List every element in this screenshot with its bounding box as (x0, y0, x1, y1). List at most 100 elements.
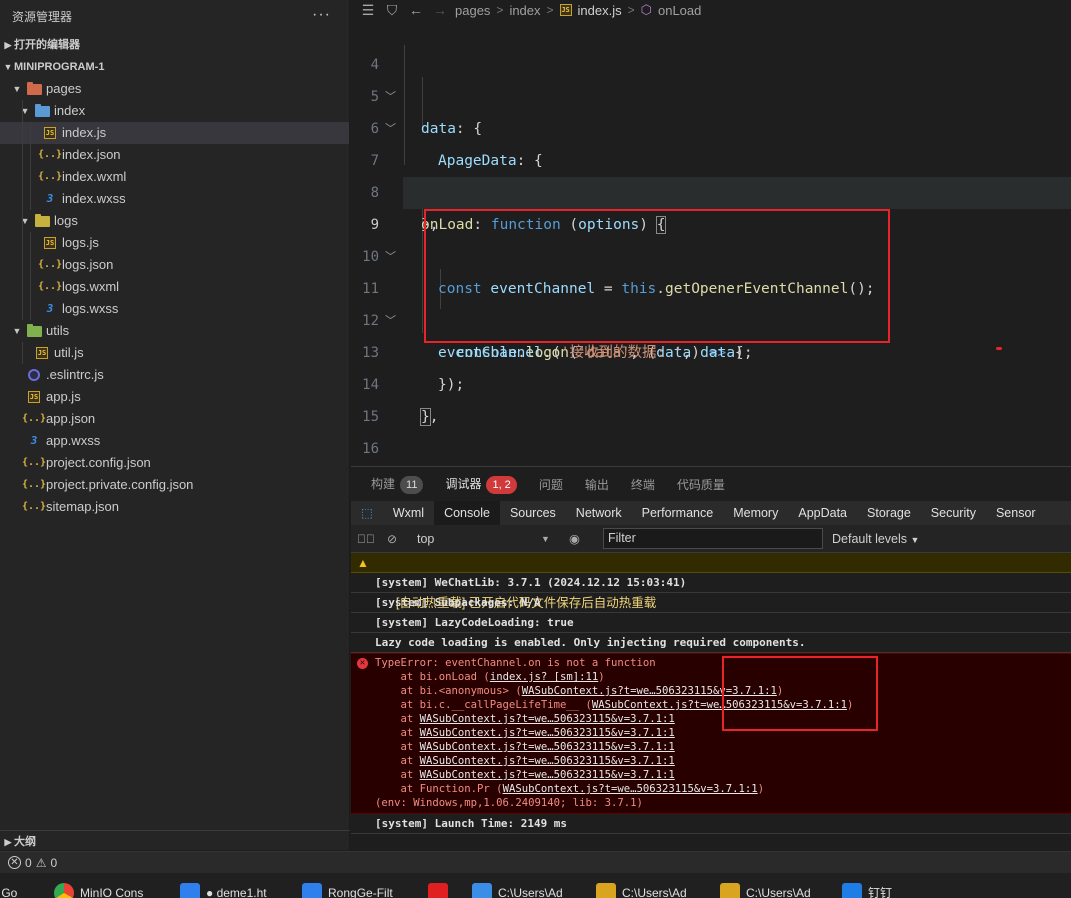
taskbar-item[interactable]: RongGe-Filt (302, 873, 428, 898)
json-file-icon: {..} (21, 479, 47, 490)
console-warning-row: ▲ [自动热重载] 已开启代码文件保存后自动热重载 (351, 553, 1071, 610)
devtools-tab-network[interactable]: Network (566, 501, 632, 525)
devtools-tab-performance[interactable]: Performance (632, 501, 724, 525)
chevron-down-icon: ▼ (20, 216, 30, 226)
code-line: 5 ﹀ ApageData: { (351, 49, 1071, 169)
vscode-icon (302, 882, 322, 898)
tree-item-logs-json[interactable]: {..} logs.json (0, 254, 349, 276)
stack-frame-link[interactable]: WASubContext.js?t=we…506323115&v=3.7.1:1 (503, 783, 758, 795)
tree-item-utils-folder[interactable]: ▼ utils (0, 320, 349, 342)
tree-item-label: index.json (62, 147, 121, 162)
chevron-down-icon: ▼ (20, 106, 30, 116)
eye-icon[interactable]: ◉ (569, 531, 580, 546)
clear-console-icon[interactable]: ⊘ (383, 530, 401, 548)
devtools-tab-sensor[interactable]: Sensor (986, 501, 1046, 525)
tree-item-sitemap[interactable]: {..} sitemap.json (0, 496, 349, 518)
warning-count-icon[interactable]: ⚠ (36, 856, 47, 870)
taskbar-item[interactable]: C:\Users\Ad (720, 873, 842, 898)
breadcrumb-item[interactable]: onLoad (658, 3, 701, 18)
tree-item-label: logs.js (62, 235, 99, 250)
devtools-tab-wxml[interactable]: Wxml (383, 501, 434, 525)
devtools-tab-appdata[interactable]: AppData (788, 501, 857, 525)
open-editors-section[interactable]: ▶ 打开的编辑器 (0, 34, 349, 56)
stack-frame-link[interactable]: WASubContext.js?t=we…506323115&v=3.7.1:1 (420, 769, 675, 781)
eslint-icon (24, 369, 44, 381)
tree-item-logs-folder[interactable]: ▼ logs (0, 210, 349, 232)
tab-debugger[interactable]: 调试器 1, 2 (445, 475, 517, 494)
js-file-icon: JS (559, 4, 572, 16)
taskbar-item[interactable]: C:\Users\Ad (472, 873, 596, 898)
folder-icon (720, 882, 740, 898)
error-count[interactable]: 0 (25, 856, 32, 870)
devtools-tab-storage[interactable]: Storage (857, 501, 921, 525)
tree-item-util-js[interactable]: JS util.js (0, 342, 349, 364)
tab-terminal[interactable]: 终端 (631, 476, 655, 493)
tree-item-label: utils (46, 323, 70, 338)
taskbar-item[interactable]: 钉钉 (842, 873, 922, 898)
devtools-tab-bar: ⬚ Wxml Console Sources Network Performan… (351, 501, 1071, 525)
tab-output[interactable]: 输出 (585, 476, 609, 493)
filter-input[interactable]: Filter (603, 528, 823, 549)
wxml-file-icon: {..} (37, 281, 63, 292)
devtools-tab-memory[interactable]: Memory (723, 501, 788, 525)
code-editor[interactable]: ☰ ⛉ ← → pages > index > JS index.js > ⬡ … (351, 0, 1071, 521)
tree-item-label: .eslintrc.js (46, 367, 104, 382)
devtools-tab-sources[interactable]: Sources (500, 501, 566, 525)
forward-arrow-icon[interactable]: → (431, 2, 449, 18)
js-file-icon: JS (44, 127, 56, 139)
taskbar-item[interactable] (428, 873, 472, 898)
dropdown-arrow-icon: ▼ (541, 533, 550, 544)
chrome-icon (54, 882, 74, 898)
tree-item-app-json[interactable]: {..} app.json (0, 408, 349, 430)
tab-code-quality[interactable]: 代码质量 (677, 476, 725, 493)
tree-item-logs-wxml[interactable]: {..} logs.wxml (0, 276, 349, 298)
stack-frame-link[interactable]: index.js? [sm]:11 (490, 671, 598, 683)
tree-item-logs-wxss[interactable]: 3 logs.wxss (0, 298, 349, 320)
list-icon[interactable]: ☰ (359, 2, 377, 19)
tree-item-project-private-config[interactable]: {..} project.private.config.json (0, 474, 349, 496)
wxss-file-icon: 3 (46, 192, 54, 205)
status-bar: ✕ 0 ⚠ 0 (0, 851, 1071, 873)
taskbar-item[interactable]: MinIO Cons (54, 873, 180, 898)
breadcrumb-item[interactable]: pages (455, 3, 490, 18)
stack-frame-link[interactable]: WASubContext.js?t=we…506323115&v=3.7.1:1 (420, 713, 675, 725)
taskbar-item[interactable]: C:\Users\Ad (596, 873, 720, 898)
project-section[interactable]: ▼ MINIPROGRAM-1 (0, 56, 349, 78)
tree-item-index-json[interactable]: {..} index.json (0, 144, 349, 166)
stack-frame-link[interactable]: WASubContext.js?t=we…506323115&v=3.7.1:1 (420, 727, 675, 739)
warning-count[interactable]: 0 (50, 856, 57, 870)
tree-item-index-js[interactable]: JS index.js (0, 122, 349, 144)
stack-frame-link[interactable]: WASubContext.js?t=we…506323115&v=3.7.1:1 (420, 741, 675, 753)
tree-item-eslintrc[interactable]: .eslintrc.js (0, 364, 349, 386)
tree-item-pages[interactable]: ▼ pages (0, 78, 349, 100)
taskbar-item[interactable]: - Go (0, 873, 54, 898)
devtools-tab-security[interactable]: Security (921, 501, 986, 525)
stack-frame-link[interactable]: WASubContext.js?t=we…506323115&v=3.7.1:1 (420, 755, 675, 767)
bookmark-icon[interactable]: ⛉ (383, 2, 401, 19)
breadcrumb-separator: > (627, 3, 635, 17)
devtools-tab-console[interactable]: Console (434, 501, 500, 525)
breadcrumb-item[interactable]: index (509, 3, 540, 18)
more-actions-icon[interactable]: ··· (312, 0, 331, 32)
context-selector[interactable]: top (417, 532, 537, 546)
tree-item-app-wxss[interactable]: 3 app.wxss (0, 430, 349, 452)
sidebar-toggle-icon[interactable]: ▸⃞ (357, 530, 375, 548)
outline-label: 大纲 (14, 835, 36, 848)
tree-item-label: index.js (62, 125, 107, 140)
tree-item-index-wxss[interactable]: 3 index.wxss (0, 188, 349, 210)
taskbar-item[interactable]: ● deme1.ht (180, 873, 302, 898)
tree-item-index-folder[interactable]: ▼ index (0, 100, 349, 122)
error-count-icon[interactable]: ✕ (8, 856, 21, 869)
back-arrow-icon[interactable]: ← (407, 2, 425, 18)
tree-item-app-js[interactable]: JS app.js (0, 386, 349, 408)
outline-section[interactable]: ▶ 大纲 (0, 830, 350, 852)
tree-item-index-wxml[interactable]: {..} index.wxml (0, 166, 349, 188)
tab-build[interactable]: 构建 11 (371, 475, 424, 494)
tab-problems[interactable]: 问题 (539, 476, 563, 493)
breadcrumb-item[interactable]: index.js (578, 3, 622, 18)
log-levels-dropdown[interactable]: Default levels ▼ (832, 532, 919, 546)
tree-item-project-config[interactable]: {..} project.config.json (0, 452, 349, 474)
inspect-element-icon[interactable]: ⬚ (351, 501, 383, 525)
tree-item-logs-js[interactable]: JS logs.js (0, 232, 349, 254)
json-file-icon: {..} (37, 149, 63, 160)
